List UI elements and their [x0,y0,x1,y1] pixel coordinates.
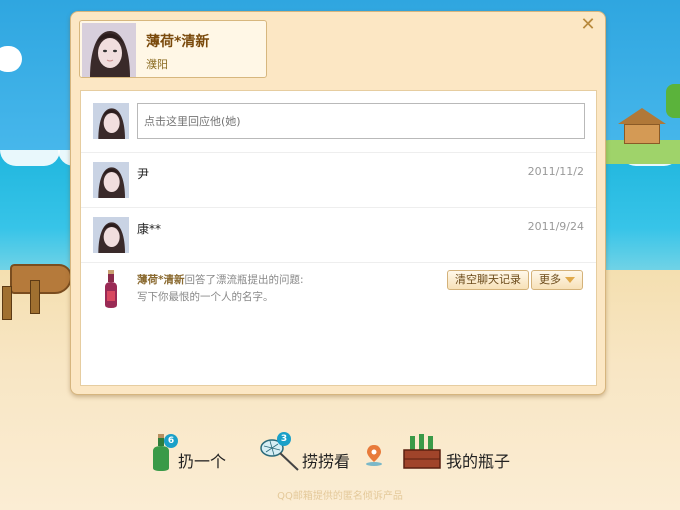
reply-row [81,91,596,153]
nav-label: 捞捞看 [302,452,351,471]
count-badge: 6 [164,434,178,448]
system-action: 回答了漂流瓶提出的问题: [184,274,304,286]
chevron-down-icon [565,277,575,283]
profile-card: 薄荷*清新 濮阳 [79,20,267,78]
avatar[interactable] [93,162,129,198]
clear-chat-button[interactable]: 清空聊天记录 [447,270,529,290]
footer-text: QQ邮箱提供的匿名倾诉产品 [277,491,403,502]
close-icon[interactable]: ✕ [579,16,597,34]
reply-input[interactable] [137,103,585,139]
more-button[interactable]: 更多 [531,270,583,290]
message-panel: 尹 2011/11/2 康** 2011/9/24 薄荷*清新回答了漂流瓶提出的… [80,90,597,386]
palm-decoration [666,84,680,118]
bottle-dialog: ✕ 薄荷*清新 濮阳 点击这里回应他(她) 尹 2011/11/2 康** 20… [70,11,606,395]
red-bottle-icon [105,270,117,308]
bottle-crate-icon [403,434,441,469]
system-sender[interactable]: 薄荷*清新 [137,274,185,286]
nav-label: 我的瓶子 [446,452,511,471]
boat-decoration [0,258,72,320]
more-label: 更多 [539,273,561,286]
pick-bottle-button[interactable]: 3 捞捞看 [260,432,382,472]
avatar[interactable] [93,217,129,253]
nav-label: 扔一个 [178,452,227,471]
throw-bottle-button[interactable]: 6 扔一个 [148,432,238,472]
hut-decoration [618,108,666,144]
my-bottles-button[interactable]: 我的瓶子 [402,432,522,472]
message-date: 2011/11/2 [527,165,584,178]
message-date: 2011/9/24 [527,220,584,233]
message-row: 康** 2011/9/24 [81,208,596,263]
avatar[interactable] [82,23,136,77]
system-message-row: 薄荷*清新回答了漂流瓶提出的问题: 写下你最恨的一个人的名字。 清空聊天记录 更… [81,263,596,323]
system-message-text: 薄荷*清新回答了漂流瓶提出的问题: 写下你最恨的一个人的名字。 [137,272,304,306]
avatar [93,103,129,139]
wave [0,150,60,166]
location-pin-icon [366,445,382,466]
count-badge: 3 [277,432,291,446]
message-text: 康** [137,222,162,236]
profile-name[interactable]: 薄荷*清新 [146,31,209,51]
system-question: 写下你最恨的一个人的名字。 [137,291,274,303]
message-text: 尹 [137,167,150,181]
message-row: 尹 2011/11/2 [81,153,596,208]
profile-location: 濮阳 [146,58,168,71]
